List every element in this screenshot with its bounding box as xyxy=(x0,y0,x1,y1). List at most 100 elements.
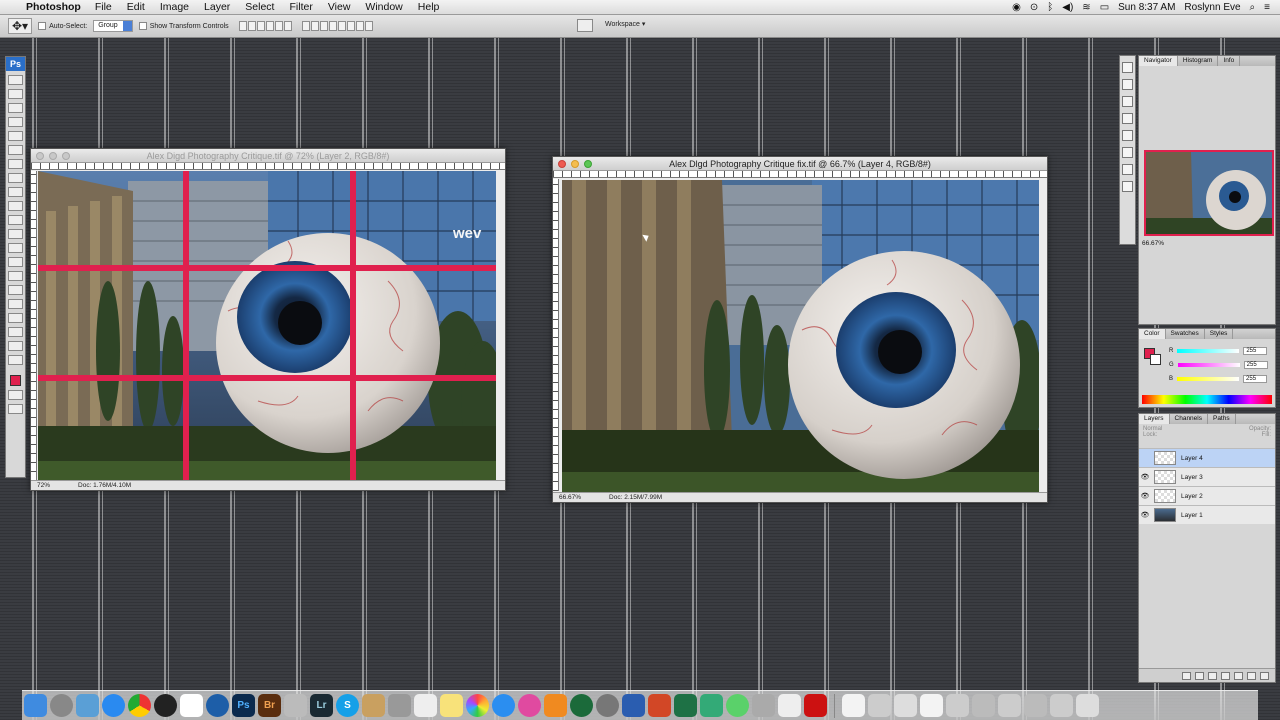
window-thumbnail-icon[interactable] xyxy=(946,694,969,717)
feather-icon[interactable] xyxy=(284,694,307,717)
itunes-icon[interactable] xyxy=(518,694,541,717)
user-name[interactable]: Roslynn Eve xyxy=(1184,2,1240,13)
tab-info[interactable]: Info xyxy=(1218,56,1241,66)
new-layer-icon[interactable] xyxy=(1247,671,1256,680)
layer-comps-icon[interactable] xyxy=(1122,181,1133,192)
gradient-tool-icon[interactable] xyxy=(8,229,23,239)
document-titlebar-right[interactable]: Alex Dlgd Photography Critique fix.tif @… xyxy=(553,157,1047,171)
system-preferences-icon[interactable] xyxy=(596,694,619,717)
align-buttons[interactable] xyxy=(238,21,292,31)
history-panel-icon[interactable] xyxy=(1122,62,1133,73)
minimize-button[interactable] xyxy=(49,152,57,160)
layer-name[interactable]: Layer 4 xyxy=(1181,455,1203,462)
eyedropper-tool-icon[interactable] xyxy=(8,145,23,155)
document-size[interactable]: Doc: 1.76M/4.10M xyxy=(78,481,131,490)
time-machine-icon[interactable] xyxy=(570,694,593,717)
app-store-icon[interactable] xyxy=(492,694,515,717)
paragraph-panel-icon[interactable] xyxy=(1122,164,1133,175)
calendar-icon[interactable] xyxy=(180,694,203,717)
history-brush-tool-icon[interactable] xyxy=(8,201,23,211)
notes-tool-icon[interactable] xyxy=(8,327,23,337)
adjustment-layer-icon[interactable] xyxy=(1221,671,1230,680)
blue-value[interactable]: 255 xyxy=(1243,375,1268,383)
zoom-level[interactable]: 66.67% xyxy=(559,493,581,502)
trash-icon[interactable] xyxy=(1076,694,1099,717)
notebook-icon[interactable] xyxy=(362,694,385,717)
lasso-tool-icon[interactable] xyxy=(8,103,23,113)
brush-app-icon[interactable] xyxy=(388,694,411,717)
sync-icon[interactable]: ⊙ xyxy=(1030,2,1038,13)
acrobat-icon[interactable] xyxy=(804,694,827,717)
background-swatch[interactable] xyxy=(1150,354,1161,365)
tab-navigator[interactable]: Navigator xyxy=(1139,56,1178,66)
window-thumbnail-icon[interactable] xyxy=(868,694,891,717)
document-size[interactable]: Doc: 2.15M/7.99M xyxy=(609,493,662,502)
messages-icon[interactable] xyxy=(726,694,749,717)
document-icon[interactable] xyxy=(920,694,943,717)
brushes-panel-icon[interactable] xyxy=(1122,113,1133,124)
eye-icon[interactable]: 👁 xyxy=(1139,473,1151,481)
wifi-icon[interactable]: ≋ xyxy=(1082,2,1090,13)
screen-mode-icon[interactable] xyxy=(8,404,23,414)
vertical-ruler[interactable] xyxy=(553,179,559,491)
move-tool-icon[interactable]: ✥▾ xyxy=(8,18,33,34)
menu-help[interactable]: Help xyxy=(418,1,440,13)
menu-filter[interactable]: Filter xyxy=(289,1,312,13)
quicktime-icon[interactable] xyxy=(206,694,229,717)
bridge-icon[interactable]: Br xyxy=(258,694,281,717)
layer-name[interactable]: Layer 3 xyxy=(1181,474,1203,481)
distribute-buttons[interactable] xyxy=(301,21,373,31)
dodge-tool-icon[interactable] xyxy=(8,257,23,267)
lightroom-icon[interactable]: Lr xyxy=(310,694,333,717)
zoom-button[interactable] xyxy=(62,152,70,160)
quick-mask-icon[interactable] xyxy=(8,390,23,400)
excel-icon[interactable] xyxy=(674,694,697,717)
onenote-icon[interactable] xyxy=(700,694,723,717)
tab-styles[interactable]: Styles xyxy=(1205,329,1234,339)
clock[interactable]: Sun 8:37 AM xyxy=(1118,2,1175,13)
layer-row[interactable]: 👁 Layer 1 xyxy=(1139,505,1275,524)
eraser-tool-icon[interactable] xyxy=(8,215,23,225)
tab-paths[interactable]: Paths xyxy=(1208,414,1236,424)
vertical-ruler[interactable] xyxy=(31,171,37,481)
tab-histogram[interactable]: Histogram xyxy=(1178,56,1219,66)
fx-icon[interactable] xyxy=(1195,671,1204,680)
menu-edit[interactable]: Edit xyxy=(127,1,145,13)
skype-icon[interactable]: S xyxy=(336,694,359,717)
document-window-left[interactable]: Alex Digd Photography Critique.tif @ 72%… xyxy=(30,148,506,491)
type-tool-icon[interactable] xyxy=(8,285,23,295)
zoom-level[interactable]: 72% xyxy=(37,481,50,490)
zoom-button[interactable] xyxy=(584,160,592,168)
clone-stamp-tool-icon[interactable] xyxy=(8,187,23,197)
auto-select-dropdown[interactable]: Group xyxy=(93,20,133,32)
navigator-zoom[interactable]: 66.67% xyxy=(1139,236,1275,247)
window-thumbnail-icon[interactable] xyxy=(1024,694,1047,717)
menu-image[interactable]: Image xyxy=(160,1,189,13)
layer-row[interactable]: Layer 4 xyxy=(1139,448,1275,467)
document-icon[interactable] xyxy=(842,694,865,717)
mask-icon[interactable] xyxy=(1208,671,1217,680)
menu-file[interactable]: File xyxy=(95,1,112,13)
menu-layer[interactable]: Layer xyxy=(204,1,230,13)
layer-row[interactable]: 👁 Layer 3 xyxy=(1139,467,1275,486)
move-tool-icon[interactable] xyxy=(8,75,23,85)
blur-tool-icon[interactable] xyxy=(8,243,23,253)
green-value[interactable]: 255 xyxy=(1243,361,1268,369)
green-slider[interactable] xyxy=(1177,363,1240,367)
brush-tool-icon[interactable] xyxy=(8,173,23,183)
pen-tool-icon[interactable] xyxy=(8,271,23,281)
launchpad-icon[interactable] xyxy=(50,694,73,717)
powerpoint-icon[interactable] xyxy=(648,694,671,717)
workspace-button[interactable]: Workspace ▾ xyxy=(605,20,645,28)
healing-brush-tool-icon[interactable] xyxy=(8,159,23,169)
actions-panel-icon[interactable] xyxy=(1122,79,1133,90)
script-editor-icon[interactable] xyxy=(752,694,775,717)
crop-tool-icon[interactable] xyxy=(8,131,23,141)
window-thumbnail-icon[interactable] xyxy=(894,694,917,717)
horizontal-ruler[interactable] xyxy=(553,171,1047,178)
window-thumbnail-icon[interactable] xyxy=(998,694,1021,717)
horizontal-ruler[interactable] xyxy=(31,163,505,170)
hand-tool-icon[interactable] xyxy=(8,341,23,351)
app-menu[interactable]: Photoshop xyxy=(26,1,81,13)
eye-icon[interactable]: 👁 xyxy=(1139,511,1151,519)
